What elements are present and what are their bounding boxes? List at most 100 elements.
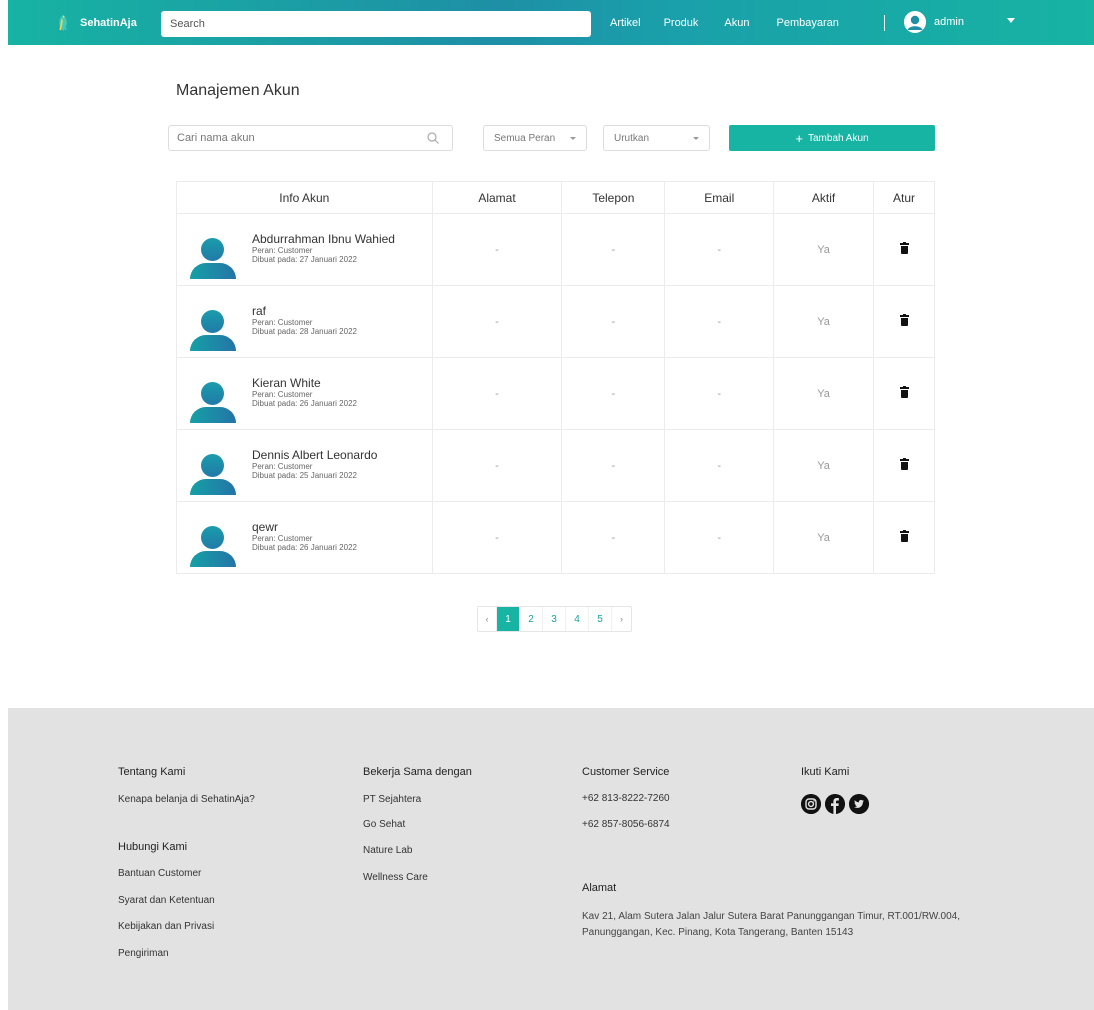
atur-cell <box>873 501 935 574</box>
header-alamat: Alamat <box>431 181 563 214</box>
table-header-row: Info Akun Alamat Telepon Email Aktif Atu… <box>176 181 935 214</box>
alamat-cell: - <box>431 285 563 358</box>
alamat-cell: - <box>431 213 563 286</box>
account-created: Dibuat pada: 27 Januari 2022 <box>252 254 357 264</box>
nav-link-produk[interactable]: Produk <box>664 17 699 29</box>
alamat-cell: - <box>431 501 563 574</box>
sort-select[interactable]: Urutkan <box>603 125 710 151</box>
brand-logo[interactable]: SehatinAja <box>56 14 161 32</box>
navbar: SehatinAja Artikel Produk Akun Pembayara… <box>8 0 1094 45</box>
account-avatar-icon <box>189 309 237 351</box>
role-filter-select[interactable]: Semua Peran <box>483 125 587 151</box>
pagination-prev-chevron-icon[interactable]: ‹ <box>478 607 497 631</box>
footer-link-syarat[interactable]: Syarat dan Ketentuan <box>118 895 215 906</box>
account-info-cell: raf Peran: Customer Dibuat pada: 28 Janu… <box>176 285 433 358</box>
email-cell: - <box>664 285 775 358</box>
footer-follow-title: Ikuti Kami <box>801 766 850 778</box>
pagination-page-1[interactable]: 1 <box>497 607 520 631</box>
aktif-cell: Ya <box>773 357 875 430</box>
nav-link-artikel[interactable]: Artikel <box>610 17 641 29</box>
trash-icon[interactable] <box>899 241 909 254</box>
telepon-cell: - <box>561 357 666 430</box>
email-cell: - <box>664 429 775 502</box>
footer-link-pengiriman[interactable]: Pengiriman <box>118 948 169 959</box>
account-avatar-icon <box>189 453 237 495</box>
chevron-down-icon <box>570 136 576 140</box>
header-atur: Atur <box>873 181 935 214</box>
trash-icon[interactable] <box>899 529 909 542</box>
account-name[interactable]: Kieran White <box>252 376 357 390</box>
nav-links: Artikel Produk Akun Pembayaran <box>610 0 865 45</box>
email-cell: - <box>664 357 775 430</box>
account-name[interactable]: raf <box>252 304 357 318</box>
alamat-cell: - <box>431 429 563 502</box>
facebook-icon[interactable] <box>825 794 845 814</box>
footer-about-link[interactable]: Kenapa belanja di SehatinAja? <box>118 794 255 805</box>
footer-contact-title: Hubungi Kami <box>118 841 188 853</box>
pagination-page-4[interactable]: 4 <box>566 607 589 631</box>
add-account-label: Tambah Akun <box>807 132 869 144</box>
table-row: raf Peran: Customer Dibuat pada: 28 Janu… <box>176 285 935 358</box>
aktif-cell: Ya <box>773 501 875 574</box>
atur-cell <box>873 357 935 430</box>
account-name[interactable]: Abdurrahman Ibnu Wahied <box>252 232 395 246</box>
account-info-cell: Dennis Albert Leonardo Peran: Customer D… <box>176 429 433 502</box>
footer: Tentang Kami Kenapa belanja di SehatinAj… <box>8 708 1094 1010</box>
pagination-page-5[interactable]: 5 <box>589 607 612 631</box>
account-avatar-icon <box>189 237 237 279</box>
accounts-table: Info Akun Alamat Telepon Email Aktif Atu… <box>176 181 935 574</box>
nav-link-pembayaran[interactable]: Pembayaran <box>777 17 839 29</box>
search-icon[interactable] <box>426 131 440 145</box>
alamat-cell: - <box>431 357 563 430</box>
account-name[interactable]: Dennis Albert Leonardo <box>252 448 377 462</box>
telepon-cell: - <box>561 429 666 502</box>
account-avatar-icon <box>189 381 237 423</box>
footer-cs-phone: +62 813-8222-7260 <box>582 793 670 804</box>
account-created: Dibuat pada: 26 Januari 2022 <box>252 542 357 552</box>
aktif-cell: Ya <box>773 429 875 502</box>
pagination-next-chevron-icon[interactable]: › <box>612 607 631 631</box>
trash-icon[interactable] <box>899 385 909 398</box>
footer-link-privasi[interactable]: Kebijakan dan Privasi <box>118 921 214 932</box>
page-title: Manajemen Akun <box>176 82 300 99</box>
social-links <box>801 794 873 814</box>
aktif-cell: Ya <box>773 285 875 358</box>
nav-link-akun[interactable]: Akun <box>724 17 749 29</box>
footer-partner-item[interactable]: PT Sejahtera <box>363 794 421 805</box>
account-role: Peran: Customer <box>252 461 313 471</box>
add-account-button[interactable]: + Tambah Akun <box>729 125 935 151</box>
account-role: Peran: Customer <box>252 245 313 255</box>
trash-icon[interactable] <box>899 313 909 326</box>
footer-partner-item[interactable]: Go Sehat <box>363 819 405 830</box>
footer-partner-item[interactable]: Wellness Care <box>363 872 428 883</box>
account-created: Dibuat pada: 26 Januari 2022 <box>252 398 357 408</box>
pagination-page-2[interactable]: 2 <box>520 607 543 631</box>
pagination: ‹ 1 2 3 4 5 › <box>477 606 632 632</box>
aktif-cell: Ya <box>773 213 875 286</box>
account-info-cell: Abdurrahman Ibnu Wahied Peran: Customer … <box>176 213 433 286</box>
user-menu[interactable]: admin <box>904 11 964 33</box>
footer-link-bantuan[interactable]: Bantuan Customer <box>118 868 201 879</box>
header-email: Email <box>664 181 775 214</box>
footer-partner-item[interactable]: Nature Lab <box>363 845 412 856</box>
account-info-cell: Kieran White Peran: Customer Dibuat pada… <box>176 357 433 430</box>
user-name: admin <box>934 16 964 28</box>
sort-value: Urutkan <box>614 132 650 144</box>
telepon-cell: - <box>561 501 666 574</box>
header-info-akun: Info Akun <box>176 181 433 214</box>
table-row: Abdurrahman Ibnu Wahied Peran: Customer … <box>176 213 935 286</box>
trash-icon[interactable] <box>899 457 909 470</box>
brand-leaf-icon <box>59 14 67 31</box>
pagination-page-3[interactable]: 3 <box>543 607 566 631</box>
account-search-input[interactable] <box>169 126 424 150</box>
global-search-input[interactable] <box>161 11 591 37</box>
account-role: Peran: Customer <box>252 317 313 327</box>
account-name[interactable]: qewr <box>252 520 357 534</box>
table-row: Kieran White Peran: Customer Dibuat pada… <box>176 357 935 430</box>
user-dropdown-chevron-icon[interactable] <box>1007 18 1015 23</box>
instagram-icon[interactable] <box>801 794 821 814</box>
nav-divider <box>884 15 885 31</box>
email-cell: - <box>664 501 775 574</box>
chevron-down-icon <box>693 136 699 140</box>
twitter-icon[interactable] <box>849 794 869 814</box>
